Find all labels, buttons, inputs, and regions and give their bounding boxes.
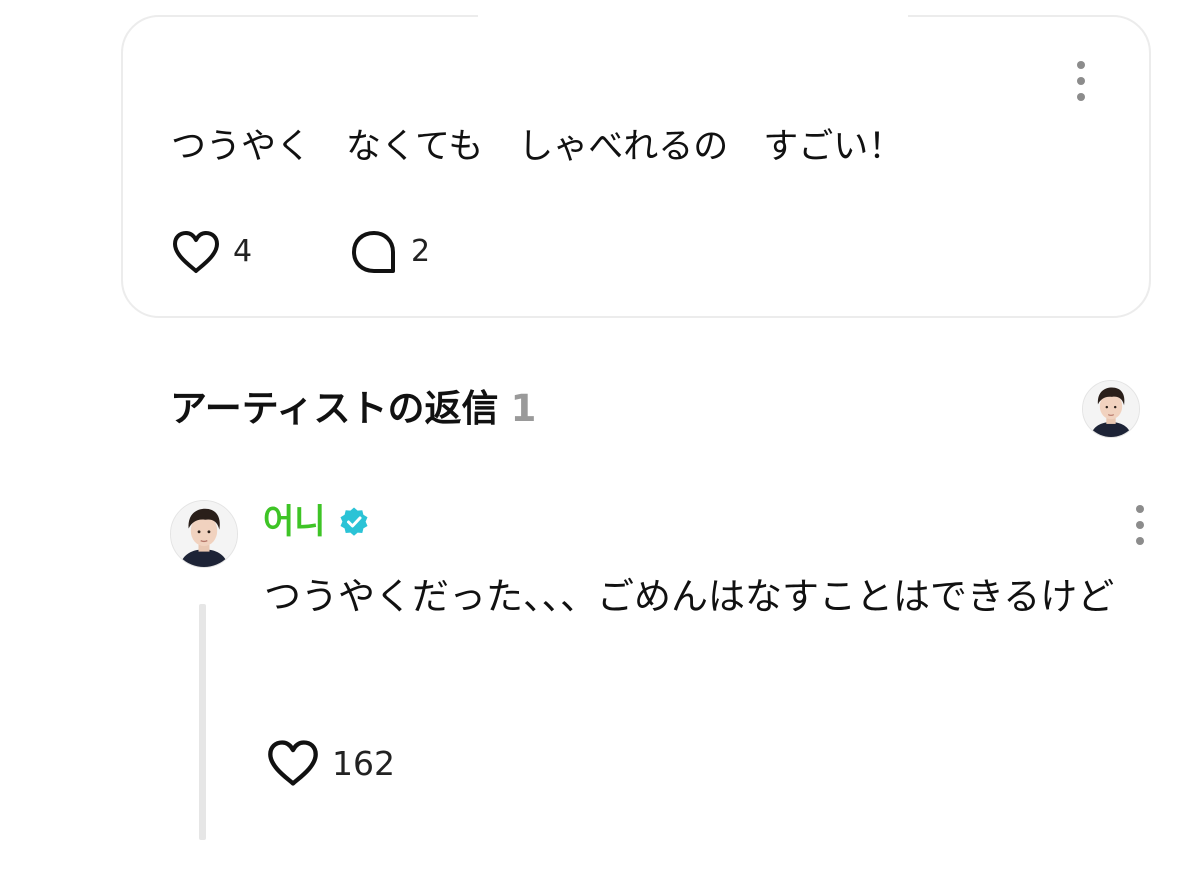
reply-more-button[interactable] — [1128, 503, 1152, 547]
post-like-button[interactable]: 4 — [171, 229, 252, 275]
reply-like-button[interactable]: 162 — [266, 738, 395, 788]
heart-outline-icon — [268, 740, 318, 786]
heart-outline-icon — [173, 231, 219, 273]
artist-replies-title: アーティストの返信 — [170, 387, 499, 430]
post-like-count: 4 — [233, 234, 253, 269]
reply-thread-line — [199, 604, 206, 840]
avatar-image — [1083, 381, 1139, 437]
post-comment-button[interactable]: 2 — [349, 229, 430, 275]
vertical-dots-icon — [1077, 61, 1085, 69]
reply-author-row: 어니 — [263, 500, 370, 544]
avatar-image — [171, 501, 237, 567]
reply-like-count: 162 — [332, 743, 395, 783]
screen: つうやく なくても しゃべれるの すごい！ 4 2 アーティストの返信 1 어니… — [0, 0, 1200, 870]
post-card: つうやく なくても しゃべれるの すごい！ 4 2 — [121, 13, 1151, 318]
artist-replies-header: アーティストの返信 1 — [170, 386, 536, 432]
reply-author-avatar[interactable] — [170, 500, 238, 568]
reply-text: つうやくだった、、、ごめんはなすことはできるけど — [264, 575, 1115, 618]
artist-replies-count: 1 — [510, 387, 537, 430]
speech-bubble-icon — [352, 231, 395, 273]
post-text: つうやく なくても しゃべれるの すごい！ — [171, 127, 904, 167]
verified-badge-icon — [340, 507, 368, 536]
reply-author-name[interactable]: 어니 — [263, 500, 326, 544]
artist-avatar[interactable] — [1082, 380, 1140, 438]
post-more-button[interactable] — [1069, 59, 1093, 103]
card-top-gap — [478, 13, 908, 23]
post-comment-count: 2 — [411, 234, 431, 269]
vertical-dots-icon — [1136, 505, 1144, 513]
